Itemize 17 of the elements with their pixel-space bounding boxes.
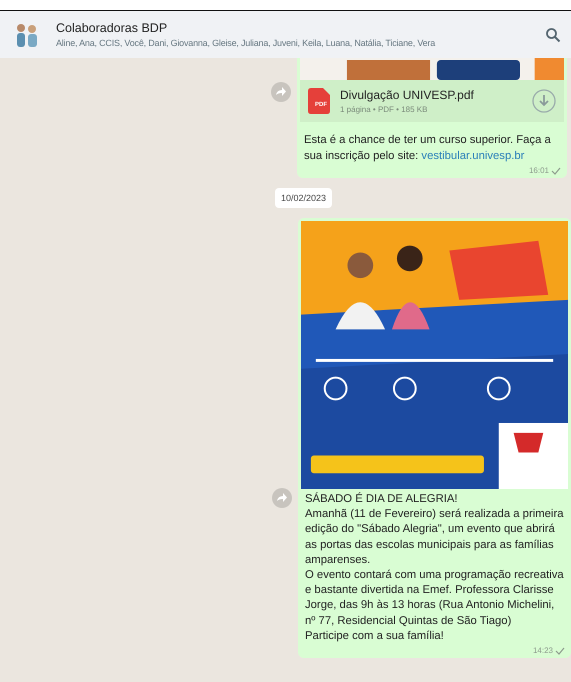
message-text: SÁBADO É DIA DE ALEGRIA! Amanhã (11 de Fevereiro) será realizada a primeira edição do "Sábado Alegria", um evento que abrirá as portas das escolas municipais para as famílias amparenses. O evento contará com uma programação recreativa e bastante divertida na Emef. Professora Clarisse Jorge, das 9h às 13 horas (Rua Antonio Michelini, nº 77, Residencial Quintas de São Tiago) Participe com a sua família! <box>304 491 565 644</box>
date-chip: 10/02/2023 <box>275 188 332 208</box>
download-icon[interactable] <box>532 89 556 113</box>
group-name[interactable]: Colaboradoras BDP <box>56 21 531 35</box>
pdf-file-icon <box>308 88 330 114</box>
file-name: Divulgação UNIVESP.pdf <box>340 88 475 102</box>
message-time: 16:01 <box>528 166 549 175</box>
website-link[interactable]: vestibular.univesp.br <box>421 150 524 162</box>
check-icon <box>551 166 561 174</box>
member-list: Aline, Ana, CCIS, Você, Dani, Giovanna, Gleise, Juliana, Juveni, Keila, Luana, Natália, Ticiane, Vera <box>56 38 531 48</box>
check-icon <box>555 646 565 655</box>
file-info: 1 página • PDF • 185 KB <box>340 105 428 114</box>
forward-icon[interactable] <box>272 488 292 508</box>
message-time: 14:23 <box>532 646 553 656</box>
forward-icon[interactable] <box>271 82 291 102</box>
message-text: Esta é a chance de ter um curso superior. Faça a sua inscrição pelo site: vestibular.univesp.br <box>304 133 552 164</box>
search-icon[interactable] <box>545 26 561 42</box>
